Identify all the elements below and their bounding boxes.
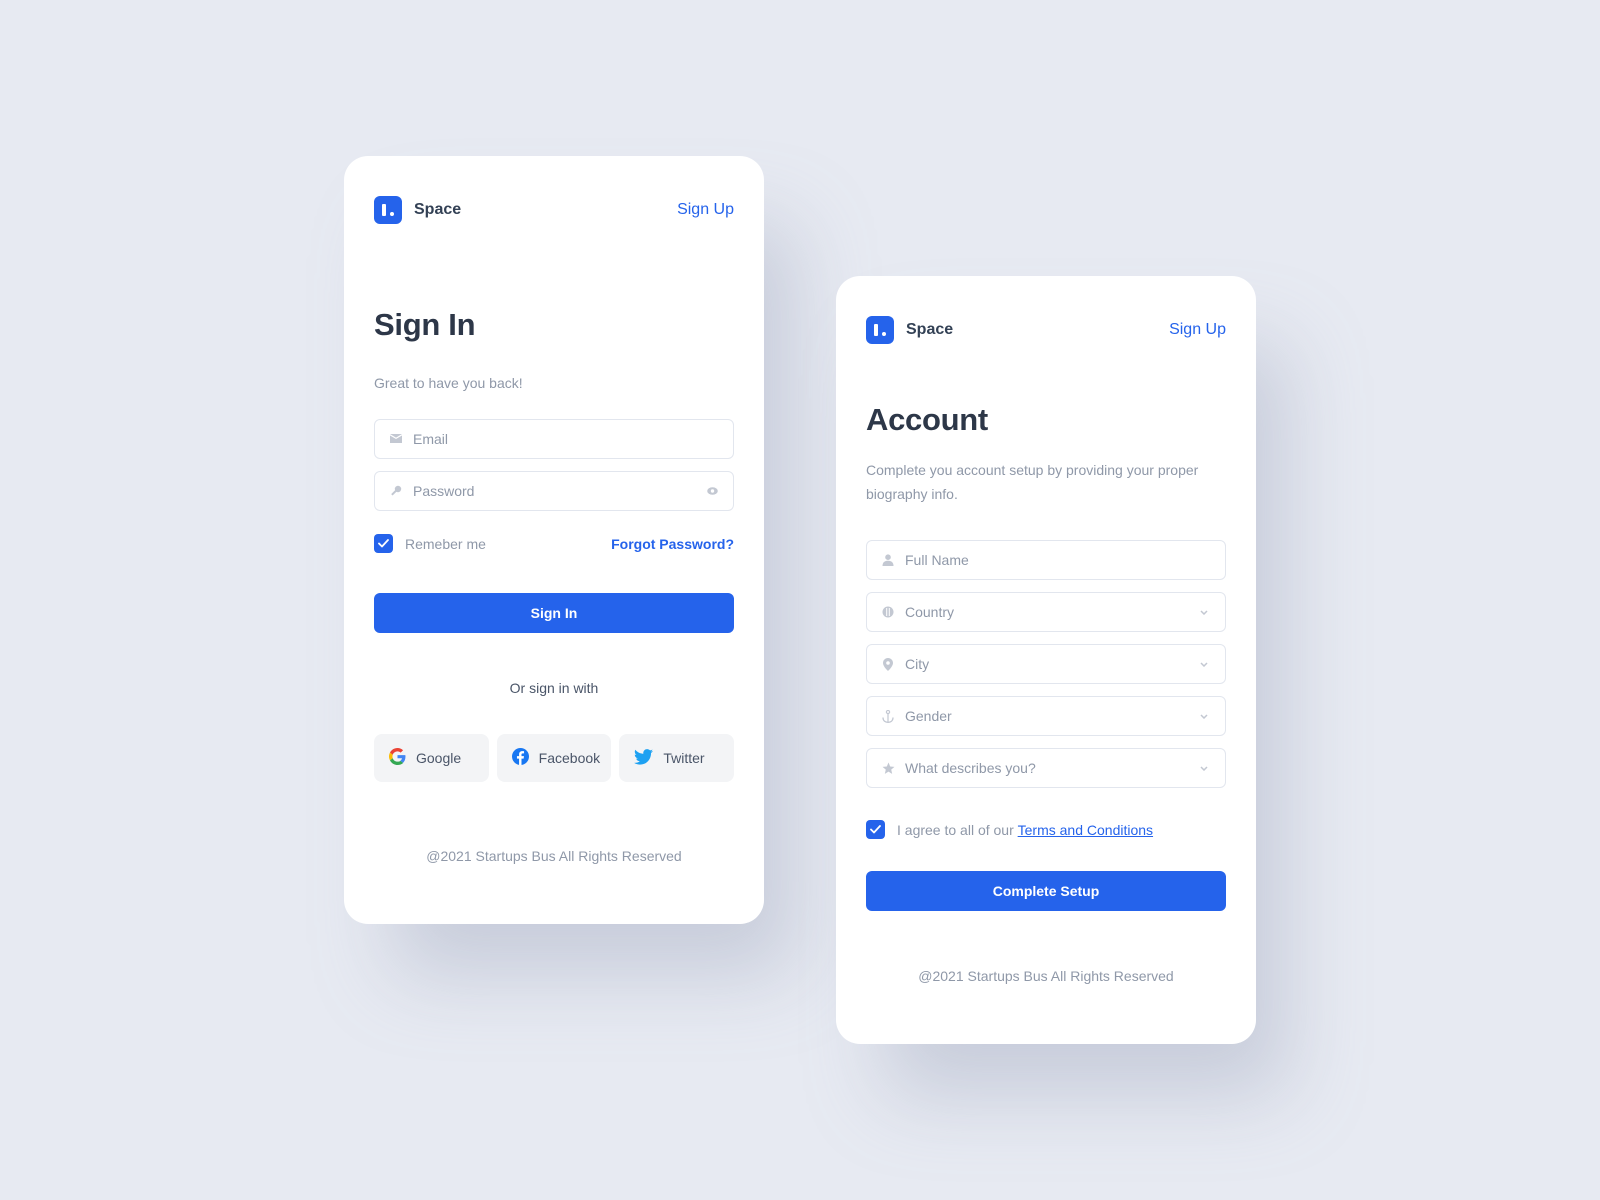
facebook-label: Facebook <box>538 750 601 766</box>
password-field[interactable] <box>374 471 734 511</box>
gender-input[interactable] <box>905 708 1197 724</box>
full-name-input[interactable] <box>905 552 1211 568</box>
card-header: Space Sign Up <box>866 316 1226 344</box>
chevron-down-icon <box>1197 765 1211 771</box>
anchor-icon <box>881 709 895 723</box>
terms-link[interactable]: Terms and Conditions <box>1018 822 1153 838</box>
remember-me-checkbox[interactable]: Remeber me <box>374 534 486 553</box>
social-login-row: Google Facebook Twitter <box>374 734 735 782</box>
chevron-down-icon <box>1197 713 1211 719</box>
account-setup-card: Space Sign Up Account Complete you accou… <box>836 276 1256 1044</box>
terms-label: I agree to all of our Terms and Conditio… <box>897 822 1153 838</box>
brand[interactable]: Space <box>866 316 953 344</box>
checkbox-checked-icon[interactable] <box>866 820 885 839</box>
google-icon <box>389 748 406 768</box>
sign-in-button[interactable]: Sign In <box>374 593 734 633</box>
complete-setup-button[interactable]: Complete Setup <box>866 871 1226 911</box>
globe-icon <box>881 605 895 619</box>
google-login-button[interactable]: Google <box>374 734 489 782</box>
sign-up-link[interactable]: Sign Up <box>1169 321 1226 339</box>
checkbox-checked-icon[interactable] <box>374 534 393 553</box>
star-icon <box>881 761 895 775</box>
copyright-footer: @2021 Startups Bus All Rights Reserved <box>918 968 1174 984</box>
city-input[interactable] <box>905 656 1197 672</box>
terms-checkbox[interactable]: I agree to all of our Terms and Conditio… <box>866 820 1153 839</box>
brand-name: Space <box>414 201 462 218</box>
mail-icon <box>389 432 403 446</box>
city-select[interactable] <box>866 644 1226 684</box>
page-title: Account <box>866 402 988 437</box>
describes-you-input[interactable] <box>905 760 1197 776</box>
email-field[interactable] <box>374 419 734 459</box>
space-logo-icon <box>374 196 402 224</box>
key-icon <box>389 484 403 498</box>
brand[interactable]: Space <box>374 196 461 224</box>
chevron-down-icon <box>1197 609 1211 615</box>
subtitle: Great to have you back! <box>374 375 523 391</box>
terms-prefix: I agree to all of our <box>897 821 1014 838</box>
facebook-login-button[interactable]: Facebook <box>496 734 612 782</box>
google-label: Google <box>416 750 462 766</box>
eye-icon[interactable] <box>705 487 719 495</box>
card-header: Space Sign Up <box>374 196 734 224</box>
password-input[interactable] <box>413 483 705 499</box>
page-title: Sign In <box>374 307 476 342</box>
sign-in-form <box>374 419 734 511</box>
space-logo-icon <box>866 316 894 344</box>
subtitle: Complete you account setup by providing … <box>866 462 1199 502</box>
remember-me-label: Remeber me <box>405 535 486 552</box>
user-icon <box>881 553 895 567</box>
sign-up-link[interactable]: Sign Up <box>677 201 734 219</box>
email-input[interactable] <box>413 431 719 447</box>
full-name-field[interactable] <box>866 540 1226 580</box>
chevron-down-icon <box>1197 661 1211 667</box>
sign-in-card: Space Sign Up Sign In Great to have you … <box>344 156 764 924</box>
twitter-label: Twitter <box>663 750 705 766</box>
terms-row: I agree to all of our Terms and Conditio… <box>866 820 1226 839</box>
brand-name: Space <box>906 321 954 338</box>
country-select[interactable] <box>866 592 1226 632</box>
forgot-password-link[interactable]: Forgot Password? <box>611 536 734 552</box>
country-input[interactable] <box>905 604 1197 620</box>
remember-row: Remeber me Forgot Password? <box>374 534 734 553</box>
map-pin-icon <box>881 657 895 671</box>
account-form <box>866 540 1226 788</box>
twitter-icon <box>634 748 654 768</box>
facebook-icon <box>511 748 529 768</box>
copyright-footer: @2021 Startups Bus All Rights Reserved <box>426 848 682 864</box>
describes-you-select[interactable] <box>866 748 1226 788</box>
gender-select[interactable] <box>866 696 1226 736</box>
twitter-login-button[interactable]: Twitter <box>619 734 735 782</box>
social-divider-text: Or sign in with <box>509 680 599 696</box>
